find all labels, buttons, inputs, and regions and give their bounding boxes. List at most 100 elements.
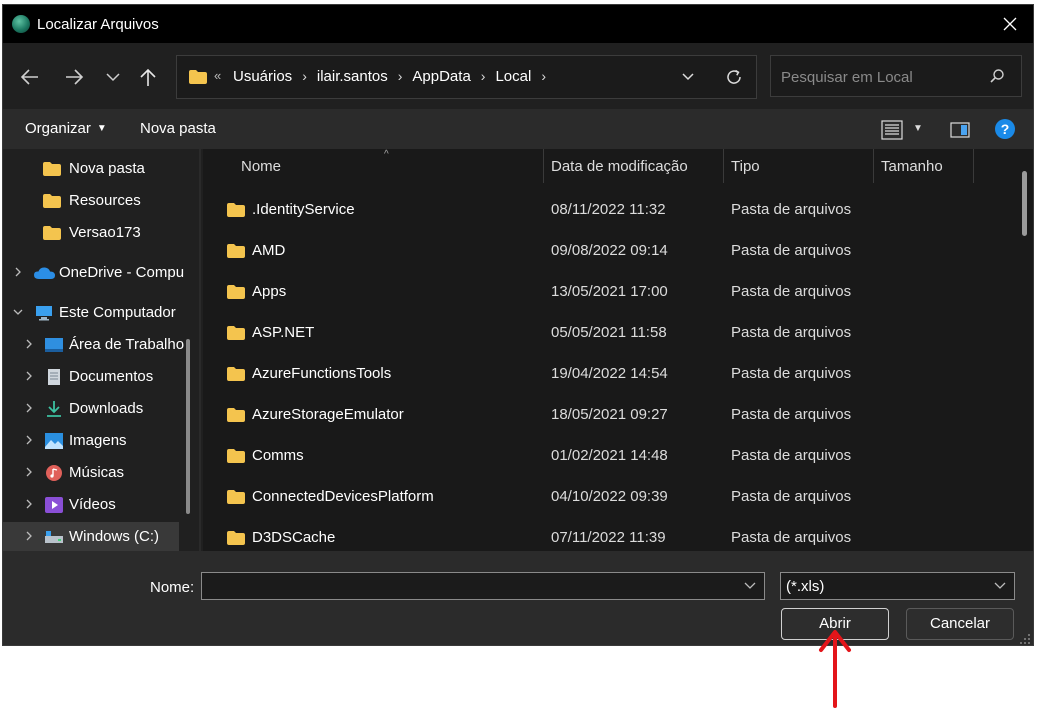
file-list-scrollbar[interactable]: [1022, 171, 1027, 236]
chevron-down-icon[interactable]: [12, 306, 24, 318]
chevron-down-icon[interactable]: [744, 581, 756, 591]
column-divider[interactable]: [973, 149, 974, 183]
help-icon[interactable]: ?: [995, 119, 1015, 139]
address-bar[interactable]: « Usuários › ilair.santos › AppData › Local ›: [176, 55, 757, 99]
file-name: Comms: [252, 447, 304, 464]
nav-item-downloads[interactable]: Downloads: [3, 394, 179, 424]
breadcrumb-item[interactable]: AppData: [412, 68, 470, 85]
file-type: Pasta de arquivos: [731, 201, 852, 218]
breadcrumb-item[interactable]: ilair.santos: [317, 68, 388, 85]
preview-pane-icon[interactable]: [950, 122, 970, 138]
open-file-dialog: Localizar Arquivos « Usuários › ilair.sa…: [2, 4, 1034, 646]
table-row[interactable]: .IdentityService 08/11/2022 11:32 Pasta …: [203, 189, 1013, 230]
chevron-right-icon[interactable]: [23, 498, 35, 510]
table-row[interactable]: AzureStorageEmulator 18/05/2021 09:27 Pa…: [203, 394, 1013, 435]
nav-item-resources[interactable]: Resources: [3, 186, 179, 216]
chevron-right-icon[interactable]: [12, 266, 24, 278]
back-button[interactable]: [19, 66, 41, 88]
chevron-right-icon[interactable]: [23, 370, 35, 382]
chevron-down-icon[interactable]: [994, 581, 1006, 591]
file-modified: 01/02/2021 14:48: [551, 447, 668, 464]
file-name-combobox[interactable]: [201, 572, 765, 601]
nav-item-imagens[interactable]: Imagens: [3, 426, 179, 456]
recent-locations-button[interactable]: [104, 66, 126, 88]
table-row[interactable]: ASP.NET 05/05/2021 11:58 Pasta de arquiv…: [203, 312, 1013, 353]
new-folder-button[interactable]: Nova pasta: [140, 120, 216, 137]
organize-menu-button[interactable]: Organizar ▼: [25, 120, 107, 137]
chevron-right-icon[interactable]: [23, 434, 35, 446]
navigation-pane-scrollbar[interactable]: [186, 339, 190, 514]
caret-down-icon: ▼: [96, 123, 107, 134]
nav-item-musicas[interactable]: Músicas: [3, 458, 179, 488]
pictures-icon: [45, 433, 63, 449]
nav-item-label: Resources: [69, 192, 141, 209]
chevron-right-icon[interactable]: [23, 402, 35, 414]
nav-item-versao173[interactable]: Versao173: [3, 218, 179, 248]
table-row[interactable]: Apps 13/05/2021 17:00 Pasta de arquivos: [203, 271, 1013, 312]
nav-item-label: Músicas: [69, 464, 125, 481]
view-options-caret-icon[interactable]: ▼: [913, 123, 923, 134]
overflow-chevron-icon[interactable]: «: [214, 68, 221, 83]
chevron-right-icon[interactable]: [23, 530, 35, 542]
refresh-icon[interactable]: [725, 68, 743, 86]
chevron-right-icon[interactable]: ›: [481, 68, 486, 84]
column-header-modified[interactable]: Data de modificação: [544, 149, 722, 183]
folder-icon: [227, 285, 245, 299]
table-row[interactable]: Comms 01/02/2021 14:48 Pasta de arquivos: [203, 435, 1013, 476]
cancel-button[interactable]: Cancelar: [906, 608, 1014, 640]
file-type: Pasta de arquivos: [731, 529, 852, 546]
nav-item-este-computador[interactable]: Este Computador: [3, 298, 179, 328]
address-dropdown-icon[interactable]: [681, 70, 695, 84]
forward-button[interactable]: [63, 66, 85, 88]
onedrive-icon: [34, 267, 55, 279]
file-type-select[interactable]: (*.xls): [780, 572, 1015, 600]
nav-item-label: OneDrive - Compu: [59, 264, 185, 281]
nav-item-nova-pasta[interactable]: Nova pasta: [3, 154, 179, 184]
table-row[interactable]: AzureFunctionsTools 19/04/2022 14:54 Pas…: [203, 353, 1013, 394]
downloads-icon: [47, 401, 61, 417]
table-row[interactable]: AMD 09/08/2022 09:14 Pasta de arquivos: [203, 230, 1013, 271]
chevron-right-icon[interactable]: ›: [302, 68, 307, 84]
drive-icon: [45, 531, 63, 543]
nav-item-label: Documentos: [69, 368, 154, 385]
column-header-type[interactable]: Tipo: [724, 149, 872, 183]
file-name: ASP.NET: [252, 324, 315, 341]
file-name: .IdentityService: [252, 201, 355, 218]
file-name-input[interactable]: [206, 573, 730, 601]
file-modified: 04/10/2022 09:39: [551, 488, 668, 505]
table-row[interactable]: ConnectedDevicesPlatform 04/10/2022 09:3…: [203, 476, 1013, 517]
search-icon[interactable]: [989, 68, 1005, 84]
nav-item-area-de-trabalho[interactable]: Área de Trabalho: [3, 330, 184, 360]
up-button[interactable]: [137, 66, 159, 88]
file-type: Pasta de arquivos: [731, 488, 852, 505]
file-type: Pasta de arquivos: [731, 283, 852, 300]
chevron-right-icon[interactable]: ›: [398, 68, 403, 84]
search-box[interactable]: [770, 55, 1022, 98]
table-row[interactable]: D3DSCache 07/11/2022 11:39 Pasta de arqu…: [203, 517, 1013, 551]
search-input[interactable]: [779, 56, 983, 98]
column-header-name[interactable]: ^ Nome: [203, 149, 543, 183]
file-modified: 18/05/2021 09:27: [551, 406, 668, 423]
folder-icon: [227, 244, 245, 258]
resize-grip-icon[interactable]: [1019, 633, 1031, 645]
file-modified: 13/05/2021 17:00: [551, 283, 668, 300]
nav-item-videos[interactable]: Vídeos: [3, 490, 179, 520]
close-icon: [1003, 17, 1017, 31]
column-header-size[interactable]: Tamanho: [874, 149, 972, 183]
pane-splitter[interactable]: [199, 149, 201, 551]
view-details-icon[interactable]: [881, 120, 903, 140]
music-icon: [46, 465, 62, 481]
nav-item-documentos[interactable]: Documentos: [3, 362, 179, 392]
breadcrumb-item[interactable]: Local: [495, 68, 531, 85]
chevron-right-icon[interactable]: [23, 338, 35, 350]
chevron-right-icon[interactable]: ›: [541, 68, 546, 84]
folder-icon: [227, 326, 245, 340]
chevron-right-icon[interactable]: [23, 466, 35, 478]
breadcrumb-item[interactable]: Usuários: [233, 68, 292, 85]
folder-icon: [43, 194, 61, 208]
nav-item-onedrive[interactable]: OneDrive - Compu: [3, 258, 184, 288]
file-list: ^ Nome Data de modificação Tipo Tamanho …: [203, 149, 1033, 551]
nav-item-windows-c[interactable]: Windows (C:): [3, 522, 179, 551]
nav-item-label: Imagens: [69, 432, 127, 449]
close-button[interactable]: [995, 9, 1025, 39]
